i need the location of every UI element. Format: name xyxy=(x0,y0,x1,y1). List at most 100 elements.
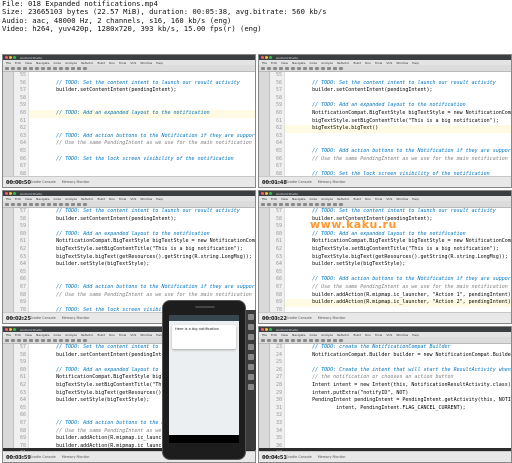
rotate-icon[interactable] xyxy=(248,344,254,350)
menu-item[interactable]: Tools xyxy=(119,197,126,201)
toolbar-button-icon[interactable] xyxy=(321,338,325,342)
code-line[interactable] xyxy=(29,223,255,231)
code-editor[interactable]: 55565758596061626364656667686970 // TODO… xyxy=(259,72,511,187)
menu-item[interactable]: Tools xyxy=(375,61,382,65)
menu-item[interactable]: Analyze xyxy=(321,197,333,201)
menu-item[interactable]: Window xyxy=(140,197,152,201)
code-line[interactable]: // TODO: Add an expanded layout to the n… xyxy=(29,231,255,239)
toolbar-button-icon[interactable] xyxy=(273,66,277,70)
code-line[interactable]: // TODO: Add action buttons to the Notif… xyxy=(29,284,255,292)
expanded-notification[interactable]: Here is a big notification xyxy=(172,325,236,349)
menu-item[interactable]: Refactor xyxy=(337,61,350,65)
menu-item[interactable]: Build xyxy=(98,197,106,201)
menu-item[interactable]: VCS xyxy=(386,61,392,65)
code-editor[interactable]: 55565758596061626364656667686970 // TODO… xyxy=(3,72,255,187)
minimize-window-icon[interactable] xyxy=(9,56,12,59)
toolbar-button-icon[interactable] xyxy=(291,338,295,342)
toolbar-button-icon[interactable] xyxy=(285,66,289,70)
code-editor[interactable]: 57585960616263646566676869707172 // TODO… xyxy=(3,208,255,323)
code-area[interactable]: // TODO: Set the content intent to launc… xyxy=(285,72,511,176)
menu-item[interactable]: Tools xyxy=(375,333,382,337)
code-line[interactable]: NotificationCompat.BigTextStyle bigTextS… xyxy=(285,110,511,118)
close-window-icon[interactable] xyxy=(5,328,8,331)
toolbar-button-icon[interactable] xyxy=(53,202,57,206)
menu-item[interactable]: Refactor xyxy=(81,333,94,337)
menu-item[interactable]: Run xyxy=(109,333,115,337)
code-line[interactable]: // the notification or chooses an action… xyxy=(285,374,511,382)
code-editor[interactable]: 23242526272829303132333435363738 // TODO… xyxy=(259,344,511,462)
code-line[interactable]: // TODO: Add action buttons to the Notif… xyxy=(285,148,511,156)
menu-item[interactable]: File xyxy=(262,197,267,201)
code-line[interactable] xyxy=(285,72,511,80)
camera-icon[interactable] xyxy=(248,354,254,360)
toolbar-button-icon[interactable] xyxy=(321,66,325,70)
toolbar-button-icon[interactable] xyxy=(23,66,27,70)
code-line[interactable]: bigTextStyle.setBigContentTitle("This is… xyxy=(285,118,511,126)
toolbar-button-icon[interactable] xyxy=(11,338,15,342)
code-line[interactable] xyxy=(285,412,511,420)
toolbar-button-icon[interactable] xyxy=(35,202,39,206)
toolbar-button-icon[interactable] xyxy=(71,66,75,70)
close-window-icon[interactable] xyxy=(261,328,264,331)
project-tool-strip[interactable] xyxy=(259,344,270,448)
minimize-window-icon[interactable] xyxy=(9,192,12,195)
code-line[interactable]: // TODO: Set the lock screen visibility … xyxy=(29,156,255,164)
toolbar-button-icon[interactable] xyxy=(35,66,39,70)
code-line[interactable]: // TODO: create the NotificationCompat B… xyxy=(285,344,511,352)
toolbar-button-icon[interactable] xyxy=(53,66,57,70)
code-line[interactable] xyxy=(29,269,255,277)
menu-item[interactable]: Run xyxy=(365,61,371,65)
toolbar-button-icon[interactable] xyxy=(261,66,265,70)
toolbar-button-icon[interactable] xyxy=(53,338,57,342)
menu-item[interactable]: Code xyxy=(53,197,61,201)
code-line[interactable] xyxy=(285,133,511,141)
status-tool-tab[interactable]: Memory Monitor xyxy=(318,180,346,184)
project-tool-strip[interactable] xyxy=(259,72,270,176)
code-area[interactable]: // TODO: Set the content intent to launc… xyxy=(29,208,255,312)
toolbar-button-icon[interactable] xyxy=(279,338,283,342)
maximize-window-icon[interactable] xyxy=(269,328,272,331)
status-tool-tab[interactable]: Gradle Console xyxy=(30,180,56,184)
minimize-window-icon[interactable] xyxy=(265,56,268,59)
menu-item[interactable]: Refactor xyxy=(81,197,94,201)
menu-item[interactable]: Tools xyxy=(375,197,382,201)
menu-item[interactable]: File xyxy=(262,61,267,65)
menu-item[interactable]: Build xyxy=(98,333,106,337)
code-line[interactable]: // Use the same PendingIntent as we use … xyxy=(285,156,511,164)
code-line[interactable]: bigTextStyle.bigText() xyxy=(285,125,511,133)
menu-item[interactable]: Help xyxy=(412,197,419,201)
menu-item[interactable]: File xyxy=(6,333,11,337)
emulator-screen[interactable]: Here is a big notification xyxy=(169,315,239,443)
menu-item[interactable]: Code xyxy=(53,61,61,65)
code-line[interactable]: builder.addAction(R.mipmap.ic_launcher, … xyxy=(285,292,511,300)
code-line[interactable]: // Use the same PendingIntent as we use … xyxy=(29,140,255,148)
code-line[interactable]: builder.setContentIntent(pendingIntent); xyxy=(29,216,255,224)
toolbar-button-icon[interactable] xyxy=(303,338,307,342)
toolbar-button-icon[interactable] xyxy=(279,202,283,206)
close-window-icon[interactable] xyxy=(5,56,8,59)
close-window-icon[interactable] xyxy=(5,192,8,195)
code-line[interactable] xyxy=(285,428,511,436)
toolbar-button-icon[interactable] xyxy=(321,202,325,206)
menu-item[interactable]: VCS xyxy=(130,197,136,201)
toolbar-button-icon[interactable] xyxy=(29,202,33,206)
toolbar-button-icon[interactable] xyxy=(41,66,45,70)
volume-up-icon[interactable] xyxy=(248,324,254,330)
toolbar-button-icon[interactable] xyxy=(41,338,45,342)
toolbar-button-icon[interactable] xyxy=(339,338,343,342)
toolbar-button-icon[interactable] xyxy=(303,66,307,70)
code-line[interactable]: // TODO: Add an expanded layout to the n… xyxy=(285,231,511,239)
toolbar-button-icon[interactable] xyxy=(333,338,337,342)
toolbar-button-icon[interactable] xyxy=(65,338,69,342)
code-line[interactable]: NotificationCompat.BigTextStyle bigTextS… xyxy=(29,238,255,246)
toolbar-button-icon[interactable] xyxy=(327,338,331,342)
toolbar-button-icon[interactable] xyxy=(35,338,39,342)
project-tool-strip[interactable] xyxy=(259,208,270,312)
code-line[interactable] xyxy=(29,102,255,110)
maximize-window-icon[interactable] xyxy=(13,328,16,331)
code-line[interactable]: Intent intent = new Intent(this, Notific… xyxy=(285,382,511,390)
toolbar-button-icon[interactable] xyxy=(5,202,9,206)
code-line[interactable]: intent.putExtra("notifyID", NOT) xyxy=(285,390,511,398)
status-tool-tab[interactable]: Gradle Console xyxy=(286,180,312,184)
menu-item[interactable]: Code xyxy=(53,333,61,337)
